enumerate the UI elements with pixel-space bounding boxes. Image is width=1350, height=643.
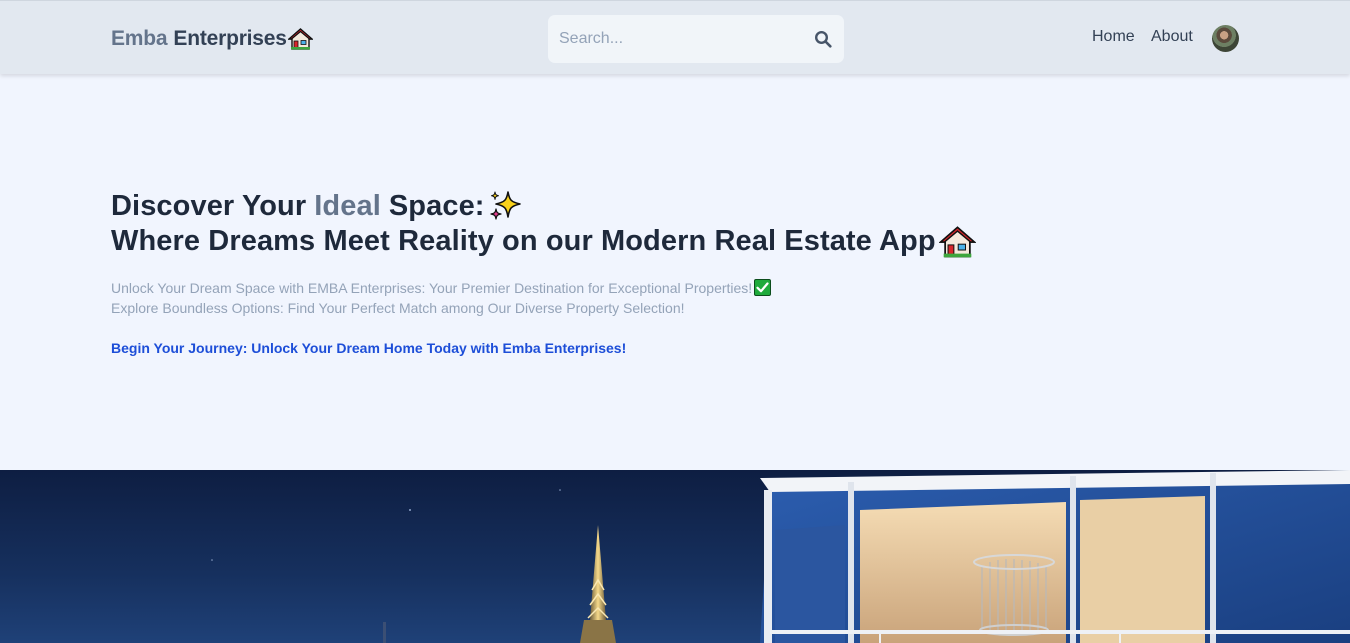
- subtitle-1-text: Unlock Your Dream Space with EMBA Enterp…: [111, 279, 753, 296]
- heading-line2-text: Where Dreams Meet Reality on our Modern …: [111, 225, 936, 257]
- cta-link[interactable]: Begin Your Journey: Unlock Your Dream Ho…: [111, 340, 626, 356]
- search-box: [548, 15, 844, 63]
- check-emoji-icon: [754, 279, 772, 296]
- top-navbar: Emba Enterprises Home About: [0, 0, 1350, 74]
- heading-suffix: Space:: [388, 189, 485, 222]
- nav-about-link[interactable]: About: [1151, 28, 1193, 46]
- subtitle-2-text: Explore Boundless Options: Find Your Per…: [111, 300, 685, 316]
- house-emoji-icon: [287, 28, 313, 50]
- hero-heading-line1: Discover Your Ideal Space:: [111, 189, 524, 223]
- logo-text-enterprises: Enterprises: [173, 27, 287, 50]
- hero-building-image: [0, 470, 1350, 643]
- nav-home-link[interactable]: Home: [1092, 28, 1135, 46]
- hero-heading-line2: Where Dreams Meet Reality on our Modern …: [111, 225, 976, 258]
- hero-subtitle-2: Explore Boundless Options: Find Your Per…: [111, 300, 685, 316]
- house-emoji-icon: [938, 225, 976, 257]
- hero-subtitle-1: Unlock Your Dream Space with EMBA Enterp…: [111, 279, 772, 296]
- search-icon[interactable]: [814, 30, 832, 48]
- heading-highlight: Ideal: [314, 189, 381, 222]
- logo-text-emba: Emba: [111, 27, 168, 50]
- sparkles-emoji-icon: [489, 191, 521, 220]
- avatar[interactable]: [1212, 25, 1239, 52]
- search-input[interactable]: [548, 15, 798, 63]
- heading-prefix: Discover Your: [111, 189, 307, 222]
- brand-logo[interactable]: Emba Enterprises: [111, 27, 313, 51]
